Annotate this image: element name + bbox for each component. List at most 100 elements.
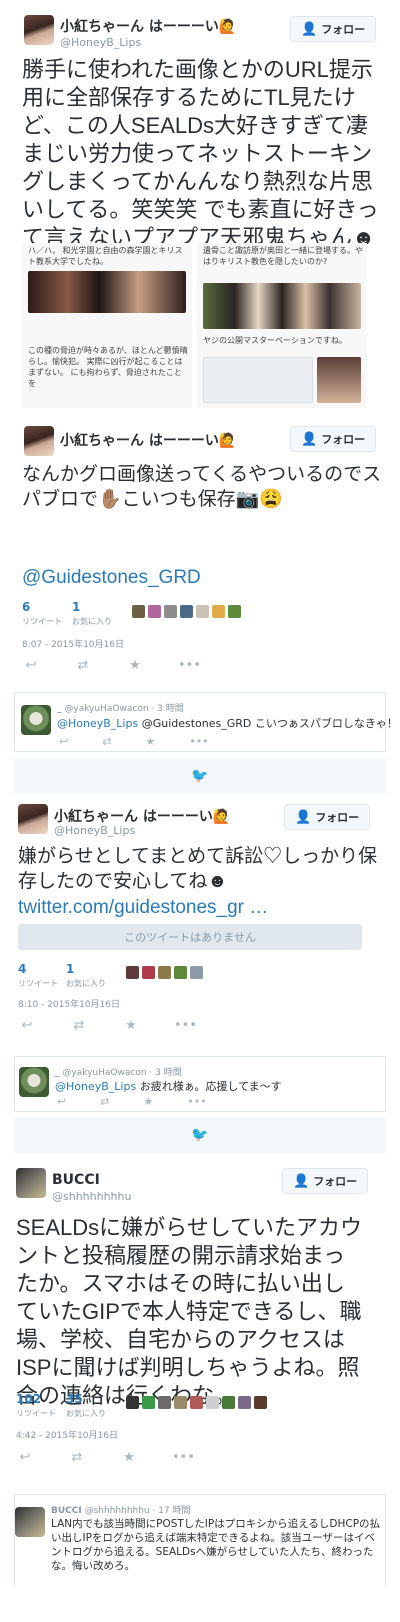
media-image-right[interactable]: 遺骨こと諏訪原が奥田と一緒に登場する。やはりキリスト教色を隠したいのか? ヤジの… bbox=[197, 243, 367, 408]
avatar[interactable] bbox=[142, 1396, 155, 1409]
more-icon[interactable]: ••• bbox=[178, 658, 201, 673]
avatar[interactable] bbox=[148, 605, 161, 618]
star-icon[interactable]: ★ bbox=[120, 1450, 138, 1465]
more-icon[interactable]: ••• bbox=[174, 1018, 197, 1033]
mention-link[interactable]: @Guidestones_GRD bbox=[22, 565, 382, 590]
star-icon[interactable]: ★ bbox=[143, 1095, 153, 1108]
follow-button[interactable]: 👤 フォロー bbox=[290, 16, 377, 42]
star-icon[interactable]: ★ bbox=[122, 1018, 140, 1033]
retweet-icon[interactable]: ⇄ bbox=[100, 1095, 109, 1108]
liker-avatars[interactable] bbox=[126, 1396, 267, 1409]
follow-button[interactable]: 👤 フォロー bbox=[290, 426, 377, 452]
display-name[interactable]: 小紅ちゃーん はーーーい🙋 bbox=[54, 806, 230, 826]
user-handle[interactable]: @HoneyB_Lips bbox=[54, 824, 135, 837]
avatar[interactable] bbox=[16, 1168, 46, 1198]
avatar[interactable] bbox=[238, 1396, 251, 1409]
reply-header: BUCCI @shhhhhhhhu · 17 時間 bbox=[51, 1506, 191, 1516]
avatar[interactable] bbox=[174, 966, 187, 979]
avatar[interactable] bbox=[174, 1396, 187, 1409]
avatar[interactable] bbox=[24, 15, 54, 45]
retweet-count[interactable]: 102 bbox=[16, 1392, 41, 1406]
more-icon[interactable]: ••• bbox=[187, 1095, 206, 1108]
avatar[interactable] bbox=[19, 1067, 49, 1097]
like-label: お気に入り bbox=[72, 617, 112, 626]
url-link[interactable]: twitter.com/guidestones_gr … bbox=[18, 895, 378, 920]
add-user-icon: 👤 bbox=[295, 809, 312, 825]
star-icon[interactable]: ★ bbox=[126, 658, 144, 673]
retweet-count[interactable]: 6 bbox=[22, 600, 30, 614]
tweet-text: SEALDsに嫌がらせしていたアカウントと投稿履歴の開示請求始まったか。スマホは… bbox=[16, 1215, 363, 1408]
retweet-label: リツイート bbox=[22, 617, 62, 626]
retweet-icon[interactable]: ⇄ bbox=[102, 735, 111, 748]
mention-link[interactable]: @HoneyB_Lips bbox=[57, 717, 138, 730]
avatar[interactable] bbox=[212, 605, 225, 618]
mention-link[interactable]: @HoneyB_Lips bbox=[55, 1080, 136, 1093]
follow-button[interactable]: 👤 フォロー bbox=[282, 1168, 369, 1194]
avatar[interactable] bbox=[158, 966, 171, 979]
reply-icon[interactable]: ↩ bbox=[18, 1018, 36, 1033]
reply-icon[interactable]: ↩ bbox=[22, 658, 40, 673]
user-handle[interactable]: @HoneyB_Lips bbox=[60, 36, 141, 49]
retweet-icon[interactable]: ⇄ bbox=[68, 1450, 86, 1465]
avatar[interactable] bbox=[142, 966, 155, 979]
reply-icon[interactable]: ↩ bbox=[16, 1450, 34, 1465]
reply-tweet[interactable]: BUCCI @shhhhhhhhu · 17 時間 LAN内でも該当時間にPOS… bbox=[14, 1494, 386, 1586]
tweet-text: 嫌がらせとしてまとめて訴訟♡しっかり保存したので安心してね☻ bbox=[18, 846, 378, 892]
avatar[interactable] bbox=[126, 966, 139, 979]
display-name[interactable]: 小紅ちゃーん はーーーい🙋 bbox=[60, 16, 236, 36]
retweet-icon[interactable]: ⇄ bbox=[70, 1018, 88, 1033]
like-label: お気に入り bbox=[66, 1409, 106, 1418]
display-name[interactable]: 小紅ちゃーん はーーーい🙋 bbox=[60, 430, 236, 450]
like-label: お気に入り bbox=[66, 979, 106, 988]
reply-text: @HoneyB_Lips お疲れ様ぁ。応援してま～す bbox=[55, 1080, 282, 1093]
display-name[interactable]: BUCCI bbox=[52, 1172, 100, 1188]
avatar[interactable] bbox=[228, 605, 241, 618]
avatar[interactable] bbox=[158, 1396, 171, 1409]
tweet-actions: ↩ ⇄ ★ ••• bbox=[18, 1018, 197, 1033]
like-count[interactable]: 1 bbox=[66, 962, 74, 976]
media-caption: ヤジの公開マスターベーションですね。 bbox=[203, 336, 347, 345]
avatar[interactable] bbox=[21, 705, 51, 735]
avatar[interactable] bbox=[180, 605, 193, 618]
avatar[interactable] bbox=[196, 605, 209, 618]
more-icon[interactable]: ••• bbox=[189, 735, 208, 748]
avatar[interactable] bbox=[222, 1396, 235, 1409]
timestamp[interactable]: 8:10 - 2015年10月16日 bbox=[18, 997, 120, 1010]
media-image-left[interactable]: ハ／ハ， 和光学園と自由の森学園とキリスト教系大学でしたね。 この種の脅迫が時々… bbox=[22, 243, 192, 408]
retweet-count[interactable]: 4 bbox=[18, 962, 26, 976]
avatar[interactable] bbox=[15, 1507, 45, 1537]
tweet-4: BUCCI @shhhhhhhhu 👤 フォロー SEALDsに嫌がらせしていた… bbox=[0, 1158, 400, 1494]
avatar[interactable] bbox=[254, 1396, 267, 1409]
reply-icon[interactable]: ↩ bbox=[57, 1095, 66, 1108]
timestamp[interactable]: 8:07 - 2015年10月16日 bbox=[22, 637, 124, 650]
retweet-label: リツイート bbox=[18, 979, 58, 988]
more-icon[interactable]: ••• bbox=[172, 1450, 195, 1465]
avatar[interactable] bbox=[206, 1396, 219, 1409]
tweet-actions: ↩ ⇄ ★ ••• bbox=[22, 658, 201, 673]
avatar[interactable] bbox=[164, 605, 177, 618]
twitter-bird-divider: 🐦 bbox=[14, 758, 386, 794]
liker-avatars[interactable] bbox=[126, 966, 203, 979]
avatar[interactable] bbox=[132, 605, 145, 618]
reply-header: _ @yakyuHaOwacon · 3 時間 bbox=[55, 1068, 182, 1078]
avatar[interactable] bbox=[18, 804, 48, 834]
follow-button[interactable]: 👤 フォロー bbox=[284, 804, 371, 830]
star-icon[interactable]: ★ bbox=[145, 735, 155, 748]
avatar[interactable] bbox=[190, 1396, 203, 1409]
reply-icon[interactable]: ↩ bbox=[59, 735, 68, 748]
reply-tweet[interactable]: _ @yakyuHaOwacon · 3 時間 @HoneyB_Lips @Gu… bbox=[14, 692, 398, 752]
timestamp[interactable]: 4:42 - 2015年10月16日 bbox=[16, 1428, 118, 1441]
portrait-thumbnail bbox=[317, 357, 361, 403]
like-count[interactable]: 1 bbox=[72, 600, 80, 614]
tweet-3: 小紅ちゃーん はーーーい🙋 @HoneyB_Lips 👤 フォロー 嫌がらせとし… bbox=[0, 796, 400, 1056]
reply-tweet[interactable]: _ @yakyuHaOwacon · 3 時間 @HoneyB_Lips お疲れ… bbox=[14, 1056, 386, 1112]
avatar[interactable] bbox=[126, 1396, 139, 1409]
retweet-icon[interactable]: ⇄ bbox=[74, 658, 92, 673]
liker-avatars[interactable] bbox=[132, 605, 241, 618]
user-handle[interactable]: @shhhhhhhhu bbox=[52, 1190, 131, 1203]
like-count[interactable]: 35 bbox=[66, 1392, 83, 1406]
add-user-icon: 👤 bbox=[293, 1173, 310, 1189]
group-photo bbox=[28, 271, 186, 313]
avatar[interactable] bbox=[190, 966, 203, 979]
avatar[interactable] bbox=[24, 426, 54, 456]
